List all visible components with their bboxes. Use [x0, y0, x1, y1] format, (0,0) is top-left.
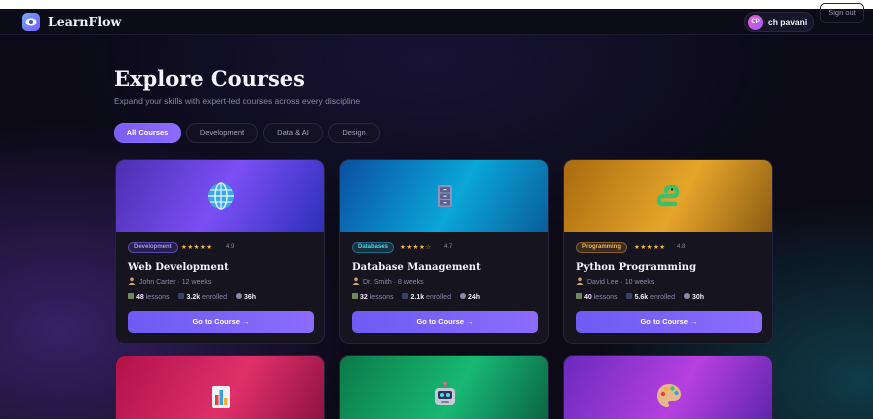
- page-subtitle: Expand your skills with expert-led cours…: [114, 96, 361, 106]
- lessons-label: lessons: [369, 294, 394, 301]
- go-to-course-button[interactable]: Go to Course →: [576, 311, 762, 333]
- tab-development[interactable]: Development: [186, 123, 258, 143]
- course-card[interactable]: [339, 355, 549, 419]
- course-stats: 48 lessons 3.2k enrolled 36h: [128, 293, 256, 301]
- enrolled-icon: [178, 293, 185, 299]
- enrolled-icon: [626, 293, 633, 299]
- robot-icon: [435, 381, 455, 405]
- course-card[interactable]: [115, 355, 325, 419]
- navbar: LearnFlow CP ch pavani: [0, 9, 873, 35]
- course-duration: 36h: [243, 294, 257, 301]
- course-duration: 24h: [467, 294, 481, 301]
- avatar: CP: [748, 15, 763, 30]
- instructor-duration: John Carter · 12 weeks: [139, 279, 212, 286]
- palette-icon: [657, 384, 681, 407]
- star-rating: ★★★★★: [634, 244, 666, 251]
- star-rating: ★★★★☆: [400, 244, 432, 251]
- globe-icon: [208, 182, 234, 210]
- enrolled-label: enrolled: [426, 294, 451, 301]
- page-title: Explore Courses: [114, 66, 305, 91]
- clock-icon: [683, 293, 690, 299]
- tab-all-courses[interactable]: All Courses: [114, 123, 181, 143]
- instructor-icon: [352, 277, 360, 285]
- lessons-label: lessons: [593, 294, 618, 301]
- lessons-icon: [128, 293, 134, 299]
- clock-icon: [459, 293, 466, 299]
- clock-icon: [235, 293, 242, 299]
- course-meta: Dr. Smith · 8 weeks: [352, 277, 424, 286]
- star-rating: ★★★★★: [181, 244, 213, 251]
- course-stats: 32 lessons 2.1k enrolled 24h: [352, 293, 480, 301]
- course-card[interactable]: [563, 355, 773, 419]
- enrolled-icon: [402, 293, 409, 299]
- user-name: ch pavani: [768, 17, 808, 27]
- rating-value: 4.8: [677, 244, 686, 250]
- rating-value: 4.7: [444, 244, 453, 250]
- enrolled-count: 5.6k: [634, 294, 649, 301]
- course-duration: 30h: [691, 294, 705, 301]
- enrolled-label: enrolled: [202, 294, 227, 301]
- lessons-icon: [352, 293, 358, 299]
- bar-chart-icon: [212, 386, 230, 408]
- go-to-course-button[interactable]: Go to Course →: [128, 311, 314, 333]
- category-badge: Programming: [576, 242, 628, 253]
- file-cabinet-icon: [438, 185, 452, 207]
- course-meta: John Carter · 12 weeks: [128, 277, 211, 286]
- tab-data-ai[interactable]: Data & AI: [263, 123, 323, 143]
- user-menu[interactable]: CP ch pavani: [744, 12, 814, 32]
- brand-name[interactable]: LearnFlow: [48, 14, 121, 29]
- instructor-duration: Dr. Smith · 8 weeks: [363, 279, 424, 286]
- lessons-label: lessons: [145, 294, 170, 301]
- enrolled-count: 2.1k: [410, 294, 425, 301]
- instructor-icon: [128, 277, 136, 285]
- course-meta: David Lee · 10 weeks: [576, 277, 654, 286]
- tab-design[interactable]: Design: [328, 123, 380, 143]
- course-card-python-programming[interactable]: Programming ★★★★★ 4.8 Python Programming…: [563, 159, 773, 344]
- course-title: Web Development: [128, 262, 229, 273]
- sign-out-button[interactable]: Sign out: [820, 3, 864, 23]
- go-to-course-button[interactable]: Go to Course →: [352, 311, 538, 333]
- top-strip: [0, 0, 873, 9]
- course-card-web-development[interactable]: Development ★★★★★ 4.9 Web Development Jo…: [115, 159, 325, 344]
- course-title: Database Management: [352, 262, 481, 273]
- lessons-icon: [576, 293, 582, 299]
- enrolled-label: enrolled: [650, 294, 675, 301]
- category-badge: Development: [128, 242, 178, 253]
- course-card-database-management[interactable]: Databases ★★★★☆ 4.7 Database Management …: [339, 159, 549, 344]
- lessons-count: 48: [136, 294, 144, 301]
- logo-icon[interactable]: [22, 13, 40, 31]
- category-badge: Databases: [352, 242, 395, 253]
- enrolled-count: 3.2k: [186, 294, 201, 301]
- instructor-icon: [576, 277, 584, 285]
- instructor-duration: David Lee · 10 weeks: [587, 279, 655, 286]
- course-title: Python Programming: [576, 262, 697, 273]
- rating-value: 4.9: [226, 244, 235, 250]
- lessons-count: 32: [360, 294, 368, 301]
- lessons-count: 40: [584, 294, 592, 301]
- course-stats: 40 lessons 5.6k enrolled 30h: [576, 293, 704, 301]
- snake-icon: [656, 184, 680, 207]
